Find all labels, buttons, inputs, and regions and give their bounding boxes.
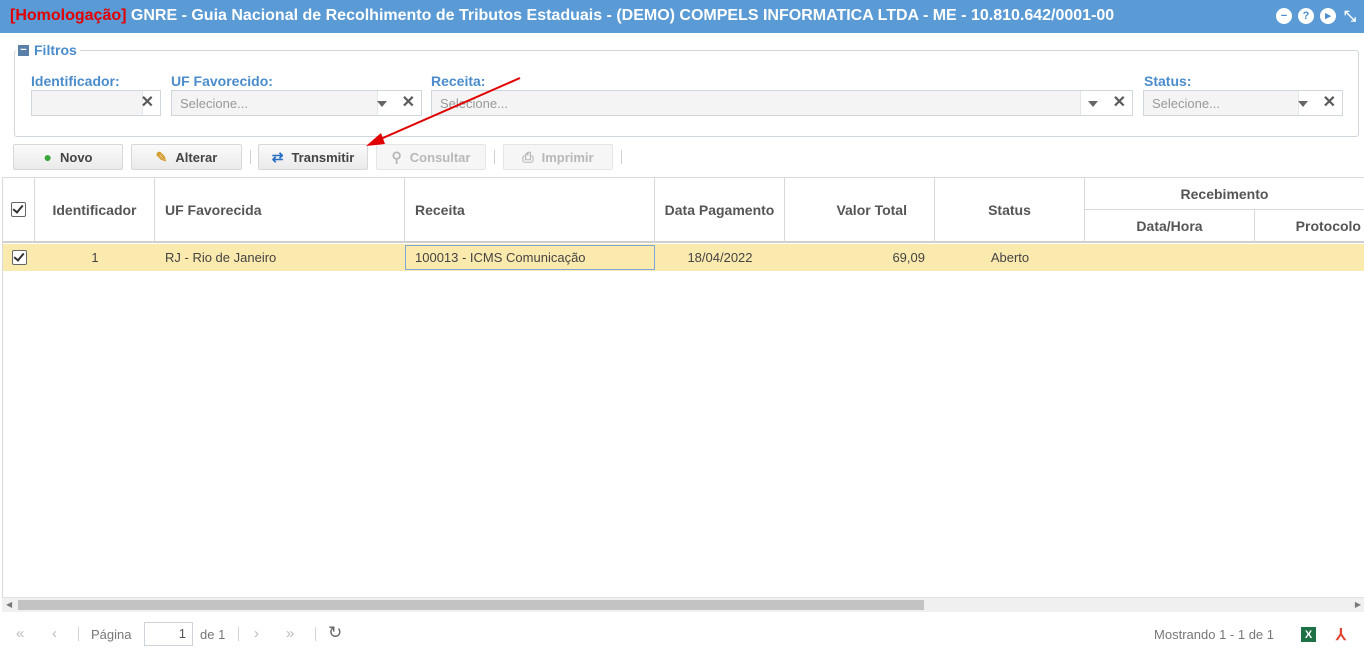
minimize-circle-icon[interactable]: −	[1276, 8, 1292, 24]
column-header-valor-total[interactable]: Valor Total	[785, 178, 935, 243]
column-header-label: Receita	[415, 201, 465, 218]
pdf-export-icon[interactable]: ⅄	[1336, 625, 1346, 645]
pager-separator	[78, 627, 79, 641]
table-row[interactable]: 1 RJ - Rio de Janeiro 100013 - ICMS Comu…	[3, 244, 1364, 271]
column-group-recebimento: Recebimento	[1085, 178, 1364, 210]
toolbar-separator	[250, 150, 251, 164]
identificador-label: Identificador:	[31, 73, 120, 89]
cell-identificador: 1	[91, 250, 99, 265]
column-header-label: Data Pagamento	[664, 201, 775, 218]
next-page-icon[interactable]: ›	[254, 625, 259, 642]
consultar-label: Consultar	[409, 149, 471, 165]
column-header-data-hora[interactable]: Data/Hora	[1085, 210, 1255, 243]
transmitir-label: Transmitir	[291, 149, 355, 165]
alterar-button[interactable]: ✎ Alterar	[131, 144, 242, 170]
clear-icon[interactable]: ✕	[402, 95, 415, 111]
cell-uf: RJ - Rio de Janeiro	[165, 250, 277, 265]
clear-icon[interactable]: ✕	[1323, 95, 1336, 111]
printer-icon: ⎙	[522, 149, 534, 165]
receita-select[interactable]: Selecione... ✕	[431, 90, 1133, 116]
collapse-icon[interactable]: ⤡	[1342, 8, 1358, 24]
column-group-label: Recebimento	[1180, 185, 1269, 202]
pagination-bar: « ‹ Página 1 de 1 › » ↻ Mostrando 1 - 1 …	[0, 619, 1364, 651]
search-icon: ⚲	[391, 149, 402, 165]
cell-protocolo	[1255, 244, 1364, 271]
column-header-label: Valor Total	[836, 201, 907, 218]
collapse-icon[interactable]: −	[18, 44, 29, 56]
column-header-protocolo[interactable]: Protocolo	[1255, 210, 1364, 243]
chevron-down-icon[interactable]	[1298, 101, 1308, 107]
scrollbar-thumb[interactable]	[18, 600, 924, 610]
cell-status: Aberto	[990, 250, 1030, 265]
pager-separator	[315, 627, 316, 641]
scroll-right-icon[interactable]: ▶	[1355, 600, 1361, 609]
cell-data-hora	[1085, 244, 1255, 271]
uf-select-value[interactable]: Selecione...	[172, 91, 378, 115]
filters-title: Filtros	[34, 42, 77, 58]
alterar-label: Alterar	[175, 149, 218, 165]
novo-label: Novo	[59, 149, 93, 165]
page-label: Página	[91, 627, 132, 642]
column-header-label: Status	[988, 201, 1031, 218]
column-header-label: UF Favorecida	[165, 201, 262, 218]
receita-label: Receita:	[431, 73, 486, 89]
showing-status: Mostrando 1 - 1 de 1	[1154, 627, 1274, 642]
first-page-icon[interactable]: «	[16, 625, 24, 642]
cell-data-pagamento: 18/04/2022	[687, 250, 753, 265]
identificador-input[interactable]	[32, 91, 143, 115]
select-all-column[interactable]	[3, 178, 35, 243]
uf-select[interactable]: Selecione... ✕	[171, 90, 422, 116]
clear-icon[interactable]: ✕	[1113, 95, 1126, 111]
window-title-text: GNRE - Guia Nacional de Recolhimento de …	[130, 7, 1115, 24]
edit-icon: ✎	[155, 149, 168, 165]
status-select-value[interactable]: Selecione...	[1144, 91, 1299, 115]
uf-label: UF Favorecido:	[171, 73, 273, 89]
row-select-cell[interactable]	[3, 244, 35, 271]
filters-legend[interactable]: − Filtros	[16, 42, 80, 58]
column-header-receita[interactable]: Receita	[405, 178, 655, 243]
column-header-status[interactable]: Status	[935, 178, 1085, 243]
consultar-button[interactable]: ⚲ Consultar	[376, 144, 486, 170]
receita-select-value[interactable]: Selecione...	[432, 91, 1081, 115]
chevron-down-icon[interactable]	[377, 101, 387, 107]
chevron-down-icon[interactable]	[1088, 101, 1098, 107]
help-icon[interactable]: ?	[1298, 8, 1314, 24]
imprimir-button[interactable]: ⎙ Imprimir	[503, 144, 613, 170]
window-titlebar: [Homologação] GNRE - Guia Nacional de Re…	[0, 0, 1364, 33]
data-grid: Identificador UF Favorecida Receita Data…	[2, 177, 1364, 597]
row-checkbox[interactable]	[11, 250, 27, 265]
imprimir-label: Imprimir	[541, 149, 594, 165]
status-select[interactable]: Selecione... ✕	[1143, 90, 1343, 116]
refresh-icon[interactable]: ↻	[328, 623, 342, 643]
column-header-label: Identificador	[52, 201, 137, 218]
prev-page-icon[interactable]: ‹	[52, 625, 57, 642]
toolbar-separator	[494, 150, 495, 164]
horizontal-scrollbar[interactable]: ◀ ▶	[2, 597, 1364, 612]
page-input[interactable]: 1	[144, 622, 193, 646]
novo-button[interactable]: ● Novo	[13, 144, 123, 170]
identificador-field[interactable]: ✕	[31, 90, 161, 116]
cell-receita[interactable]: 100013 - ICMS Comunicação	[405, 245, 655, 270]
excel-export-icon[interactable]: X	[1301, 627, 1316, 642]
add-circle-icon: ●	[43, 149, 52, 165]
page-count: de 1	[200, 627, 226, 642]
cell-valor-total: 69,09	[892, 250, 925, 265]
pager-separator	[238, 627, 239, 641]
column-header-data-pagamento[interactable]: Data Pagamento	[655, 178, 785, 243]
select-all-checkbox[interactable]	[11, 202, 26, 217]
toolbar-separator	[621, 150, 622, 164]
column-header-label: Protocolo	[1295, 217, 1361, 234]
clear-icon[interactable]: ✕	[141, 95, 154, 111]
play-icon[interactable]: ▸	[1320, 8, 1336, 24]
column-header-identificador[interactable]: Identificador	[35, 178, 155, 243]
refresh-icon: ⇄	[271, 149, 284, 165]
column-header-uf[interactable]: UF Favorecida	[155, 178, 405, 243]
transmitir-button[interactable]: ⇄ Transmitir	[258, 144, 368, 170]
environment-tag: [Homologação]	[10, 7, 127, 24]
window-title: [Homologação] GNRE - Guia Nacional de Re…	[10, 7, 1114, 25]
column-header-label: Data/Hora	[1136, 217, 1203, 234]
last-page-icon[interactable]: »	[286, 625, 294, 642]
status-label: Status:	[1144, 73, 1192, 89]
scroll-left-icon[interactable]: ◀	[6, 600, 12, 609]
